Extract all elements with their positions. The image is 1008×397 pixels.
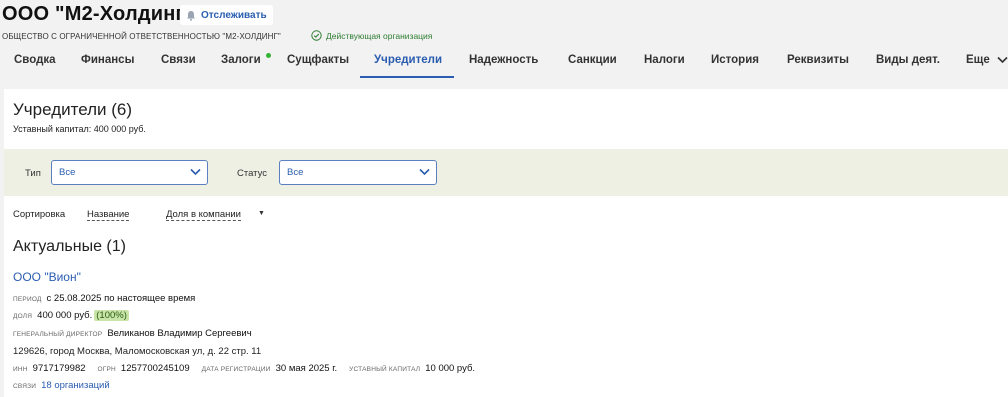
ogrn-value: 1257700245109: [120, 363, 190, 374]
share-value: 400 000 руб.: [37, 310, 93, 321]
founder-ids: инн 9717179982 огрн 1257700245109 дата регис…: [13, 363, 475, 374]
status-select[interactable]: Все: [279, 160, 437, 185]
share-label: доля: [13, 313, 33, 320]
reg-date-label: дата регистрации: [201, 366, 271, 373]
tab-taxes[interactable]: Налоги: [644, 54, 685, 78]
founders-panel: Учредители (6) Уставный капитал: 400 000…: [4, 89, 1008, 397]
current-founders-heading: Актуальные (1): [13, 238, 126, 255]
authorized-capital: Уставный капитал: 400 000 руб.: [13, 124, 146, 134]
sort-by-share-label: Доля в компании: [166, 209, 241, 220]
status-badge: Действующая организация: [311, 30, 432, 41]
type-filter-label: Тип: [25, 168, 41, 179]
type-select[interactable]: Все: [51, 160, 208, 185]
founder-director: генеральный директор Великанов Владимир С…: [13, 328, 252, 339]
period-value: с 25.08.2025 по настоящее время: [46, 293, 196, 304]
reg-date-value: 30 мая 2025 г.: [275, 363, 338, 374]
ogrn-label: огрн: [97, 366, 116, 373]
founder-capital-label: уставный капитал: [349, 366, 421, 373]
inn-value: 9717179982: [32, 363, 86, 374]
sort-label: Сортировка: [13, 209, 66, 220]
track-button-label: Отслеживать: [201, 9, 267, 21]
tab-bar: Сводка Финансы Связи Залоги Сущфакты Учр…: [0, 50, 1008, 80]
tab-founders[interactable]: Учредители: [359, 54, 455, 78]
founder-period: период с 25.08.2025 по настоящее время: [13, 293, 195, 304]
filter-bar: Тип Все Статус Все: [4, 149, 1008, 196]
links-value[interactable]: 18 организаций: [41, 380, 110, 391]
tab-finance[interactable]: Финансы: [81, 54, 134, 78]
new-indicator-dot: [266, 53, 271, 58]
company-full-name: ОБЩЕСТВО С ОГРАНИЧЕННОЙ ОТВЕТСТВЕННОСТЬЮ…: [2, 32, 281, 41]
type-select-value: Все: [59, 167, 76, 178]
status-select-value: Все: [287, 167, 304, 178]
check-circle-icon: [311, 30, 322, 41]
chevron-down-icon: [997, 56, 1008, 64]
chevron-down-icon: [419, 168, 430, 176]
founder-name-link[interactable]: ООО "Вион": [13, 270, 81, 284]
bell-icon: [187, 10, 195, 21]
tab-facts[interactable]: Сущфакты: [287, 54, 349, 78]
tab-summary[interactable]: Сводка: [14, 54, 56, 78]
tab-history[interactable]: История: [711, 54, 759, 78]
founders-heading: Учредители (6): [13, 100, 133, 119]
tab-pledges[interactable]: Залоги: [221, 54, 261, 78]
sort-desc-icon: ▼: [258, 210, 265, 217]
director-label: генеральный директор: [13, 331, 103, 338]
founder-links: связи 18 организаций: [13, 380, 110, 391]
share-percent-badge: (100%): [94, 310, 129, 321]
status-text: Действующая организация: [326, 30, 433, 41]
page-title: ООО "М2-Холдинг": [2, 3, 194, 25]
tab-more-label: Еще: [966, 54, 990, 66]
tab-sanctions[interactable]: Санкции: [568, 54, 617, 78]
links-label: связи: [13, 383, 37, 390]
tab-activities[interactable]: Виды деят.: [876, 54, 940, 78]
chevron-down-icon: [190, 168, 201, 176]
tab-connections[interactable]: Связи: [161, 54, 196, 78]
sort-by-name[interactable]: Название: [87, 209, 130, 221]
sort-by-share[interactable]: Доля в компании: [166, 209, 241, 221]
inn-label: инн: [13, 366, 28, 373]
director-value: Великанов Владимир Сергеевич: [107, 328, 252, 339]
period-label: период: [13, 296, 42, 303]
company-header: ООО "М2-Холдинг" Отслеживать ОБЩЕСТВО С …: [0, 0, 1008, 82]
tab-requisites[interactable]: Реквизиты: [787, 54, 849, 78]
founder-capital-value: 10 000 руб.: [425, 363, 476, 374]
status-filter-label: Статус: [237, 168, 268, 179]
tab-reliability[interactable]: Надежность: [469, 54, 538, 78]
founder-address: 129626, город Москва, Маломосковская ул,…: [13, 346, 262, 357]
track-button[interactable]: Отслеживать: [180, 5, 273, 25]
tab-more[interactable]: Еще: [966, 54, 1008, 78]
founder-share: доля 400 000 руб. (100%): [13, 310, 129, 321]
